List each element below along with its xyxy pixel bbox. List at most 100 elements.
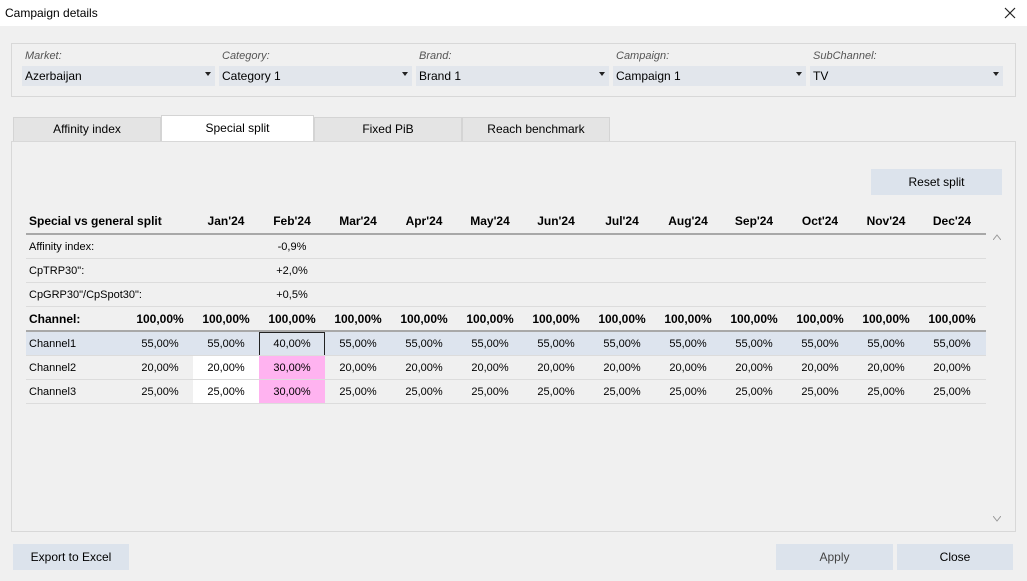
total-cell: 100,00% bbox=[664, 312, 712, 326]
filter-panel: Market: Azerbaijan Category: Category 1 … bbox=[11, 43, 1016, 97]
subchannel-select[interactable]: TV bbox=[810, 66, 1003, 86]
total-cell: 100,00% bbox=[862, 312, 910, 326]
chevron-down-icon[interactable] bbox=[205, 72, 211, 76]
split-cell[interactable]: 20,00% bbox=[853, 356, 919, 380]
total-cell: 100,00% bbox=[928, 312, 976, 326]
split-cell[interactable]: 55,00% bbox=[391, 332, 457, 356]
split-cell[interactable]: 20,00% bbox=[193, 356, 259, 380]
info-row-value: -0,9% bbox=[277, 241, 307, 253]
info-row-value: +0,5% bbox=[276, 289, 308, 301]
column-header-month: Feb'24 bbox=[273, 214, 311, 228]
market-select[interactable]: Azerbaijan bbox=[22, 66, 215, 86]
total-cell: 100,00% bbox=[136, 312, 184, 326]
tab-reach-benchmark[interactable]: Reach benchmark bbox=[462, 117, 610, 141]
chevron-down-icon[interactable] bbox=[796, 72, 802, 76]
split-cell[interactable]: 25,00% bbox=[655, 380, 721, 404]
split-cell[interactable]: 55,00% bbox=[853, 332, 919, 356]
close-icon[interactable] bbox=[999, 2, 1021, 24]
split-cell[interactable]: 20,00% bbox=[787, 356, 853, 380]
total-cell: 100,00% bbox=[466, 312, 514, 326]
total-cell: 100,00% bbox=[598, 312, 646, 326]
split-cell[interactable]: 55,00% bbox=[589, 332, 655, 356]
close-button[interactable]: Close bbox=[897, 544, 1013, 570]
table-row[interactable]: Channel2 20,00% 20,00% 30,00% 20,00% 20,00% 20… bbox=[26, 356, 986, 380]
info-row: CpGRP30"/CpSpot30": +0,5% bbox=[26, 283, 986, 307]
tab-affinity-index[interactable]: Affinity index bbox=[13, 117, 161, 141]
split-cell[interactable]: 55,00% bbox=[127, 332, 193, 356]
scroll-down-icon[interactable] bbox=[993, 516, 1001, 522]
subchannel-value: TV bbox=[813, 69, 829, 83]
split-cell[interactable]: 25,00% bbox=[787, 380, 853, 404]
brand-select[interactable]: Brand 1 bbox=[416, 66, 609, 86]
column-header-month: Mar'24 bbox=[339, 214, 377, 228]
window-title: Campaign details bbox=[5, 6, 98, 20]
split-cell[interactable]: 55,00% bbox=[787, 332, 853, 356]
special-split-panel: Reset split Special vs general split Jan'… bbox=[11, 141, 1016, 532]
split-cell[interactable]: 20,00% bbox=[589, 356, 655, 380]
split-cell[interactable]: 25,00% bbox=[457, 380, 523, 404]
split-cell[interactable]: 20,00% bbox=[127, 356, 193, 380]
split-cell[interactable]: 25,00% bbox=[919, 380, 985, 404]
reset-split-button[interactable]: Reset split bbox=[871, 169, 1002, 195]
channel-total-row: Channel: 100,00% 100,00% 100,00% 100,00% 100,… bbox=[26, 307, 986, 331]
info-row-value: +2,0% bbox=[276, 265, 308, 277]
split-cell[interactable]: 25,00% bbox=[589, 380, 655, 404]
split-cell[interactable]: 20,00% bbox=[721, 356, 787, 380]
chevron-down-icon[interactable] bbox=[402, 72, 408, 76]
tab-fixed-pib[interactable]: Fixed PiB bbox=[314, 117, 462, 141]
brand-value: Brand 1 bbox=[419, 69, 462, 83]
split-cell[interactable]: 55,00% bbox=[193, 332, 259, 356]
info-row: Affinity index: -0,9% bbox=[26, 235, 986, 259]
apply-button[interactable]: Apply bbox=[776, 544, 893, 570]
chevron-down-icon[interactable] bbox=[993, 72, 999, 76]
total-cell: 100,00% bbox=[400, 312, 448, 326]
split-cell[interactable]: 55,00% bbox=[721, 332, 787, 356]
campaign-label: Campaign: bbox=[616, 50, 670, 62]
title-bar: Campaign details bbox=[0, 0, 1027, 26]
split-cell[interactable]: 40,00% bbox=[259, 332, 325, 356]
total-cell: 100,00% bbox=[334, 312, 382, 326]
subchannel-label: SubChannel: bbox=[813, 50, 877, 62]
split-cell[interactable]: 25,00% bbox=[325, 380, 391, 404]
column-header-month: Jul'24 bbox=[605, 214, 639, 228]
split-cell[interactable]: 25,00% bbox=[853, 380, 919, 404]
column-header-month: May'24 bbox=[470, 214, 510, 228]
chevron-down-icon[interactable] bbox=[599, 72, 605, 76]
split-cell[interactable]: 55,00% bbox=[919, 332, 985, 356]
split-cell[interactable]: 25,00% bbox=[523, 380, 589, 404]
split-cell[interactable]: 55,00% bbox=[457, 332, 523, 356]
total-cell: 100,00% bbox=[730, 312, 778, 326]
split-cell[interactable]: 55,00% bbox=[655, 332, 721, 356]
split-cell[interactable]: 20,00% bbox=[391, 356, 457, 380]
split-cell[interactable]: 25,00% bbox=[193, 380, 259, 404]
dialog-body: Market: Azerbaijan Category: Category 1 … bbox=[0, 26, 1027, 581]
table-row[interactable]: Channel3 25,00% 25,00% 30,00% 25,00% 25,00% 25… bbox=[26, 380, 986, 404]
category-label: Category: bbox=[222, 50, 270, 62]
table-row[interactable]: Channel1 55,00% 55,00% 40,00% 55,00% 55,00% 55… bbox=[26, 332, 986, 356]
category-select[interactable]: Category 1 bbox=[219, 66, 412, 86]
campaign-select[interactable]: Campaign 1 bbox=[613, 66, 806, 86]
split-cell[interactable]: 25,00% bbox=[127, 380, 193, 404]
split-cell[interactable]: 55,00% bbox=[523, 332, 589, 356]
tab-special-split[interactable]: Special split bbox=[161, 115, 314, 142]
info-row-label: Affinity index: bbox=[29, 241, 95, 253]
scroll-up-icon[interactable] bbox=[993, 234, 1001, 240]
category-value: Category 1 bbox=[222, 69, 281, 83]
export-to-excel-button[interactable]: Export to Excel bbox=[13, 544, 129, 570]
split-cell[interactable]: 25,00% bbox=[721, 380, 787, 404]
split-cell[interactable]: 20,00% bbox=[457, 356, 523, 380]
total-cell: 100,00% bbox=[532, 312, 580, 326]
split-cell[interactable]: 55,00% bbox=[325, 332, 391, 356]
split-cell[interactable]: 25,00% bbox=[391, 380, 457, 404]
column-header-month: Aug'24 bbox=[668, 214, 708, 228]
split-cell[interactable]: 20,00% bbox=[655, 356, 721, 380]
vertical-scrollbar[interactable] bbox=[990, 234, 1004, 522]
split-cell[interactable]: 30,00% bbox=[259, 356, 325, 380]
column-header-month: Oct'24 bbox=[801, 214, 839, 228]
split-cell[interactable]: 30,00% bbox=[259, 380, 325, 404]
total-cell: 100,00% bbox=[268, 312, 316, 326]
split-cell[interactable]: 20,00% bbox=[523, 356, 589, 380]
split-cell[interactable]: 20,00% bbox=[325, 356, 391, 380]
column-header-month: Nov'24 bbox=[866, 214, 906, 228]
split-cell[interactable]: 20,00% bbox=[919, 356, 985, 380]
